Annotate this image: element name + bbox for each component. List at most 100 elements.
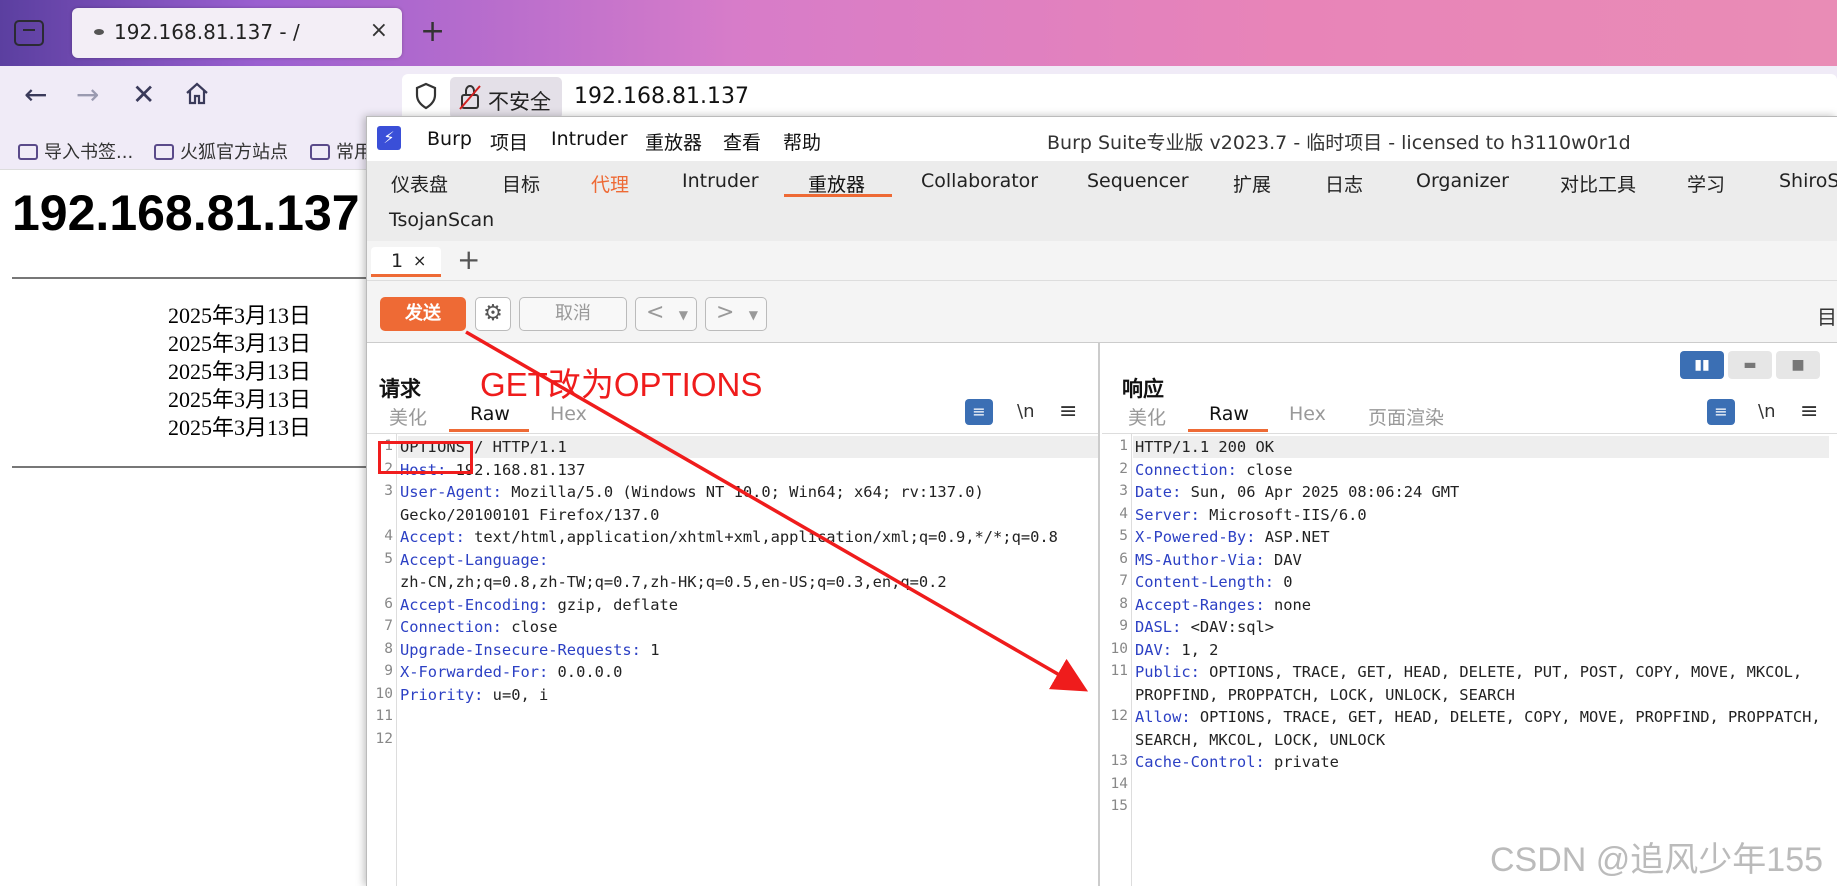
add-repeater-tab-button[interactable]: + (457, 243, 480, 276)
layout-side-by-side-icon[interactable]: ▮▮ (1680, 351, 1724, 379)
history-forward-button[interactable]: > ▼ (705, 297, 767, 331)
tab-organizer[interactable]: Organizer (1416, 170, 1509, 192)
code-line[interactable]: HTTP/1.1 200 OK (1135, 438, 1274, 456)
word-wrap-icon[interactable]: ≡ (965, 399, 993, 425)
new-tab-button[interactable]: + (420, 14, 445, 49)
code-line[interactable]: Cache-Control: private (1135, 753, 1339, 771)
code-line[interactable]: SEARCH, MKCOL, LOCK, UNLOCK (1135, 731, 1385, 749)
code-line[interactable]: Connection: close (1135, 461, 1293, 479)
header-value: PROPFIND, PROPPATCH, LOCK, UNLOCK, SEARC… (1135, 685, 1515, 704)
tab-dashboard[interactable]: 仪表盘 (391, 170, 448, 197)
newline-toggle[interactable]: \n (1758, 401, 1775, 422)
tab-list-icon[interactable] (14, 20, 44, 46)
insecure-badge[interactable]: 不安全 (450, 77, 562, 119)
cancel-button[interactable]: 取消 (519, 297, 627, 331)
code-line[interactable]: X-Powered-By: ASP.NET (1135, 528, 1330, 546)
response-tab-raw[interactable]: Raw (1209, 403, 1249, 425)
code-line[interactable]: DASL: <DAV:sql> (1135, 618, 1274, 636)
code-line[interactable]: Upgrade-Insecure-Requests: 1 (400, 641, 659, 659)
menu-icon[interactable]: ≡ (1059, 399, 1077, 424)
tab-logger[interactable]: 日志 (1325, 170, 1363, 197)
code-line[interactable]: X-Forwarded-For: 0.0.0.0 (400, 663, 622, 681)
back-arrow-icon[interactable]: ← (24, 78, 47, 111)
request-tab-hex[interactable]: Hex (550, 403, 587, 425)
tab-intruder[interactable]: Intruder (682, 170, 759, 192)
address-text[interactable]: 192.168.81.137 (574, 84, 749, 109)
code-line[interactable]: Content-Length: 0 (1135, 573, 1293, 591)
tab-proxy[interactable]: 代理 (591, 170, 629, 197)
request-editor[interactable]: 1 OPTIONS / HTTP/1.1 2 Host: 192.168.81.137… (367, 433, 1098, 886)
tab-close-icon[interactable]: × (370, 18, 388, 43)
bookmark-import[interactable]: 导入书签... (18, 138, 133, 164)
tab-collaborator[interactable]: Collaborator (921, 170, 1038, 192)
tab-comparer[interactable]: 对比工具 (1560, 170, 1636, 197)
browser-tab[interactable]: 192.168.81.137 - / × (72, 8, 402, 58)
code-line[interactable]: Public: OPTIONS, TRACE, GET, HEAD, DELET… (1135, 663, 1802, 681)
tab-tsojanscan[interactable]: TsojanScan (389, 209, 494, 231)
menu-repeater[interactable]: 重放器 (645, 128, 702, 155)
tab-learn[interactable]: 学习 (1687, 170, 1725, 197)
code-line[interactable]: MS-Author-Via: DAV (1135, 551, 1302, 569)
line-gutter (367, 434, 397, 886)
date-item[interactable]: 2025年3月13日 (168, 386, 311, 414)
date-item[interactable]: 2025年3月13日 (168, 330, 311, 358)
stop-icon[interactable]: ✕ (132, 78, 155, 111)
menu-icon[interactable]: ≡ (1800, 399, 1818, 424)
tracking-shield-icon[interactable] (414, 82, 438, 117)
repeater-tab-close-icon[interactable]: × (413, 251, 426, 270)
code-line[interactable]: Gecko/20100101 Firefox/137.0 (400, 506, 659, 524)
code-line[interactable]: Allow: OPTIONS, TRACE, GET, HEAD, DELETE… (1135, 708, 1821, 726)
header-value: <DAV:sql> (1181, 618, 1275, 636)
response-editor[interactable]: 1 HTTP/1.1 200 OK 2 Connection: close 3 Date:… (1102, 433, 1837, 886)
code-line[interactable]: Date: Sun, 06 Apr 2025 08:06:24 GMT (1135, 483, 1459, 501)
menu-project[interactable]: 项目 (490, 128, 528, 155)
header-name: Accept-Ranges: (1135, 595, 1265, 614)
forward-arrow-icon[interactable]: → (76, 78, 99, 111)
code-line[interactable]: Connection: close (400, 618, 558, 636)
code-line[interactable]: Accept-Ranges: none (1135, 596, 1311, 614)
layout-tabs-icon[interactable]: ■ (1776, 351, 1820, 379)
request-tab-pretty[interactable]: 美化 (389, 403, 427, 430)
bookmark-common[interactable]: 常用 (310, 138, 372, 164)
word-wrap-icon[interactable]: ≡ (1707, 399, 1735, 425)
code-line[interactable]: Accept-Language: (400, 551, 548, 569)
url-bar[interactable]: 不安全 192.168.81.137 (402, 74, 1837, 122)
code-line[interactable]: Accept: text/html,application/xhtml+xml,… (400, 528, 1058, 546)
history-back-button[interactable]: < ▼ (635, 297, 697, 331)
bookmark-firefox-site[interactable]: 火狐官方站点 (154, 138, 288, 164)
request-tab-raw[interactable]: Raw (470, 403, 510, 425)
code-line[interactable]: PROPFIND, PROPPATCH, LOCK, UNLOCK, SEARC… (1135, 686, 1515, 704)
menu-help[interactable]: 帮助 (783, 128, 821, 155)
tab-shiroscan[interactable]: ShiroSc (1779, 170, 1837, 192)
tab-sequencer[interactable]: Sequencer (1087, 170, 1189, 192)
response-tab-pretty[interactable]: 美化 (1128, 403, 1166, 430)
code-line[interactable]: Priority: u=0, i (400, 686, 548, 704)
code-line[interactable]: Server: Microsoft-IIS/6.0 (1135, 506, 1367, 524)
target-icon[interactable]: 目 (1817, 301, 1837, 330)
tab-target[interactable]: 目标 (502, 170, 540, 197)
code-line[interactable]: User-Agent: Mozilla/5.0 (Windows NT 10.0… (400, 483, 984, 501)
newline-toggle[interactable]: \n (1017, 401, 1034, 422)
header-name: DASL: (1135, 618, 1182, 636)
code-line[interactable]: DAV: 1, 2 (1135, 641, 1218, 659)
layout-top-bottom-icon[interactable]: ▬ (1728, 351, 1772, 379)
response-tab-hex[interactable]: Hex (1289, 403, 1326, 425)
tab-repeater[interactable]: 重放器 (808, 170, 865, 197)
menu-view[interactable]: 查看 (723, 128, 761, 155)
settings-gear-icon[interactable]: ⚙ (475, 297, 511, 331)
home-icon[interactable] (184, 80, 210, 113)
tab-extensions[interactable]: 扩展 (1233, 170, 1271, 197)
send-button[interactable]: 发送 (380, 297, 466, 331)
response-tab-render[interactable]: 页面渲染 (1368, 403, 1444, 430)
date-item[interactable]: 2025年3月13日 (168, 358, 311, 386)
menu-burp[interactable]: Burp (427, 128, 472, 150)
repeater-tab-1[interactable]: 1 × (371, 247, 441, 277)
code-line[interactable]: zh-CN,zh;q=0.8,zh-TW;q=0.7,zh-HK;q=0.5,e… (400, 573, 947, 591)
header-name: DAV: (1135, 640, 1173, 659)
code-line[interactable]: Accept-Encoding: gzip, deflate (400, 596, 678, 614)
date-item[interactable]: 2025年3月13日 (168, 414, 311, 442)
menu-intruder[interactable]: Intruder (551, 128, 628, 150)
header-name: User-Agent: (400, 483, 502, 501)
line-number: 10 (375, 685, 393, 702)
date-item[interactable]: 2025年3月13日 (168, 302, 311, 330)
